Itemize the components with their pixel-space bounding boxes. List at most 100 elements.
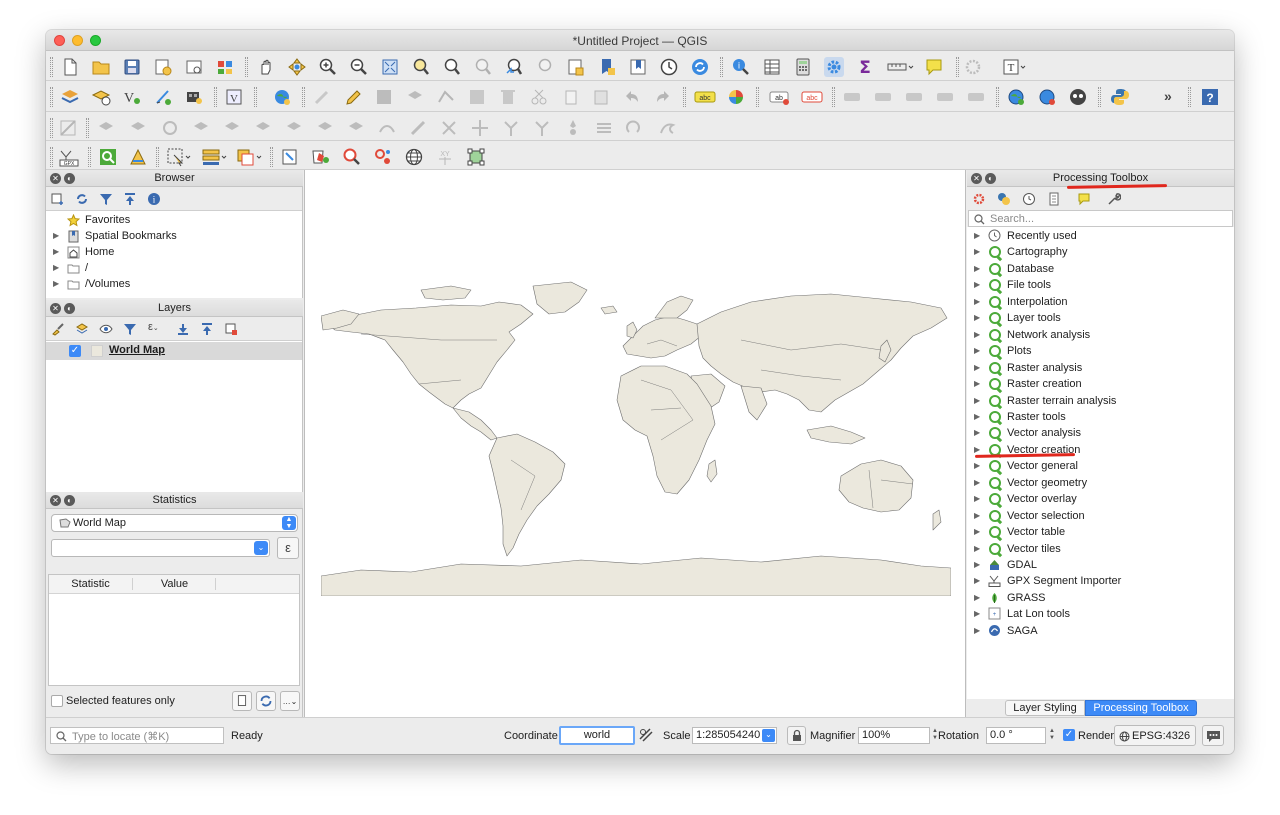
redo-icon[interactable] [653, 87, 673, 107]
close-panel-icon[interactable]: ✕ [50, 495, 61, 506]
gpx-tools-icon[interactable]: GPX [58, 147, 82, 167]
qmapshaper-icon[interactable] [128, 147, 148, 167]
toolbox-group-vector-overlay[interactable]: ▶ Vector overlay [967, 491, 1234, 507]
toolbox-group-database[interactable]: ▶ Database [967, 261, 1234, 277]
processing-toolbox-gear-icon[interactable] [824, 57, 844, 77]
expand-arrow-icon[interactable]: ▶ [974, 606, 980, 622]
offset-curve-icon[interactable] [346, 118, 366, 138]
copy-features-icon[interactable] [560, 87, 580, 107]
layer-styling-brush-icon[interactable] [51, 322, 65, 336]
geoserver-icon[interactable] [311, 147, 331, 167]
toolbox-group-raster-analysis[interactable]: ▶ Raster analysis [967, 360, 1234, 376]
expand-arrow-icon[interactable]: ▶ [974, 244, 980, 260]
search-qms-icon[interactable] [1037, 87, 1057, 107]
add-feature-icon[interactable] [405, 87, 425, 107]
browser-item-favorites[interactable]: Favorites [46, 212, 302, 228]
expand-arrow-icon[interactable]: ▶ [53, 260, 59, 276]
column-header-statistic[interactable]: Statistic [49, 578, 133, 590]
expand-arrow-icon[interactable]: ▶ [974, 590, 980, 606]
expand-arrow-icon[interactable]: ▶ [974, 393, 980, 409]
zoom-native-icon[interactable] [473, 57, 493, 77]
collapse-all-icon[interactable] [123, 192, 137, 206]
expand-arrow-icon[interactable]: ▶ [974, 557, 980, 573]
open-table-icon[interactable] [280, 147, 300, 167]
expand-arrow-icon[interactable]: ▶ [53, 276, 59, 292]
expand-arrow-icon[interactable]: ▶ [974, 508, 980, 524]
expand-arrow-icon[interactable]: ▶ [53, 244, 59, 260]
identify-features-icon[interactable]: i [731, 57, 751, 77]
float-panel-icon[interactable]: ◐ [985, 173, 996, 184]
select-features-icon[interactable] [166, 147, 194, 167]
expand-arrow-icon[interactable]: ▶ [974, 425, 980, 441]
merge-attributes-icon[interactable] [532, 118, 552, 138]
render-checkbox[interactable]: ✓ [1063, 729, 1075, 741]
paste-features-icon[interactable] [591, 87, 611, 107]
close-panel-icon[interactable]: ✕ [971, 173, 982, 184]
add-part-icon[interactable] [191, 118, 211, 138]
expand-arrow-icon[interactable]: ▶ [974, 310, 980, 326]
modify-attributes-icon[interactable] [467, 87, 487, 107]
layer-symbol-swatch[interactable] [91, 345, 103, 357]
xy-tools-icon[interactable]: XY [435, 147, 455, 167]
simplify-feature-icon[interactable] [128, 118, 152, 138]
deselect-features-icon[interactable] [236, 147, 264, 167]
add-ring-icon[interactable] [160, 118, 180, 138]
toolbox-group-vector-tiles[interactable]: ▶ Vector tiles [967, 541, 1234, 557]
pan-to-selection-icon[interactable] [287, 57, 307, 77]
expand-arrow-icon[interactable]: ▶ [974, 409, 980, 425]
pan-hand-icon[interactable] [256, 57, 276, 77]
float-panel-icon[interactable]: ◐ [64, 303, 75, 314]
browser-item-root[interactable]: ▶ / [46, 260, 302, 276]
reshape-features-icon[interactable] [315, 118, 335, 138]
zoom-out-icon[interactable] [349, 57, 369, 77]
map-tips-icon[interactable] [924, 57, 950, 77]
results-viewer-icon[interactable] [1047, 192, 1061, 206]
expand-arrow-icon[interactable]: ▶ [974, 360, 980, 376]
add-virtual-layer-icon[interactable]: V [224, 87, 244, 107]
expand-arrow-icon[interactable]: ▶ [974, 327, 980, 343]
style-manager-icon[interactable] [215, 57, 235, 77]
manage-visibility-eye-icon[interactable] [99, 322, 113, 336]
bounding-box-icon[interactable] [466, 147, 486, 167]
expand-arrow-icon[interactable]: ▶ [974, 294, 980, 310]
split-parts-icon[interactable] [470, 118, 490, 138]
add-raster-layer-icon[interactable] [184, 87, 204, 107]
field-calculator-icon[interactable] [793, 57, 813, 77]
measure-line-icon[interactable] [886, 57, 916, 77]
filter-by-expression-icon[interactable]: ε⌄ [148, 321, 159, 333]
new-map-view-icon[interactable] [566, 57, 586, 77]
magnifier-spinbox[interactable]: 100% ▲ ▼ [858, 727, 938, 744]
toolbox-group-saga[interactable]: ▶ SAGA [967, 623, 1234, 639]
toolbox-group-vector-geometry[interactable]: ▶ Vector geometry [967, 475, 1234, 491]
statistics-layer-select[interactable]: World Map ▲ ▼ [51, 514, 298, 532]
globe-icon[interactable] [404, 147, 424, 167]
save-edits-icon[interactable] [374, 87, 394, 107]
open-project-icon[interactable] [91, 57, 111, 77]
move-label-icon[interactable] [842, 87, 862, 107]
toolbox-group-vector-selection[interactable]: ▶ Vector selection [967, 508, 1234, 524]
messages-button[interactable] [1202, 725, 1224, 746]
toolbox-group-file-tools[interactable]: ▶ File tools [967, 277, 1234, 293]
statistical-summary-sigma-icon[interactable]: Σ [855, 57, 875, 77]
print-layout-icon[interactable] [184, 57, 204, 77]
add-vector-layer-icon[interactable]: V [122, 87, 142, 107]
zoom-in-icon[interactable] [318, 57, 338, 77]
history-clock-icon[interactable] [1022, 192, 1036, 206]
python-console-icon[interactable] [1110, 87, 1130, 107]
fill-ring-icon[interactable] [222, 118, 242, 138]
delete-selected-icon[interactable] [498, 87, 518, 107]
data-source-manager-icon[interactable] [60, 87, 80, 107]
toolbar-overflow-chevron-icon[interactable]: » [1164, 88, 1172, 104]
expand-arrow-icon[interactable]: ▶ [974, 277, 980, 293]
toggle-editing-pencil-icon[interactable] [343, 87, 363, 107]
merge-features-icon[interactable] [501, 118, 521, 138]
attribute-table-icon[interactable] [762, 57, 782, 77]
scale-combobox[interactable]: 1:285054240 ⌄ [692, 727, 777, 744]
zoom-full-icon[interactable] [380, 57, 400, 77]
pin-labels-icon[interactable]: ab [768, 87, 792, 107]
statistics-options-icon[interactable]: …⌄ [280, 691, 300, 711]
rotation-spinbox[interactable]: 0.0 ° ▲ ▼ [986, 727, 1055, 744]
quickmapservices-icon[interactable] [1006, 87, 1026, 107]
add-delimited-text-icon[interactable] [153, 87, 173, 107]
zoom-to-layer-icon[interactable] [442, 57, 462, 77]
